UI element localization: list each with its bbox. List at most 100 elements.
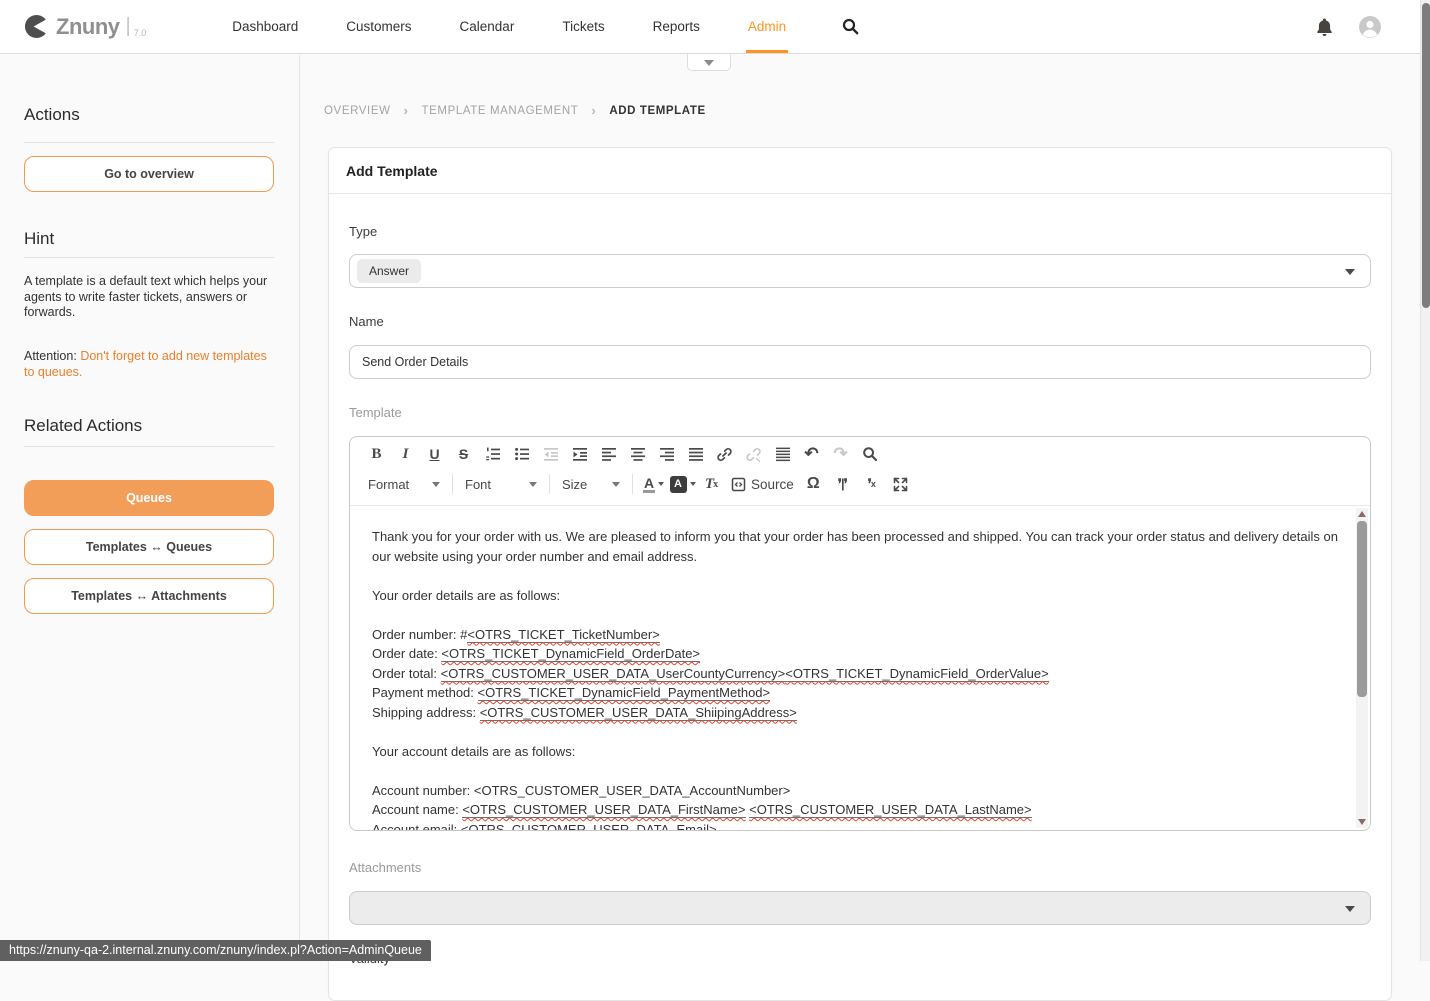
editor-line: [372, 761, 1344, 781]
editor-line: [372, 722, 1344, 742]
indent-button[interactable]: [566, 441, 593, 467]
logo-separator: |: [126, 15, 131, 38]
hint-heading: Hint: [24, 229, 274, 249]
nav-item-dashboard[interactable]: Dashboard: [208, 0, 322, 53]
font-dropdown-label: Font: [465, 477, 491, 492]
status-bar-url: https://znuny-qa-2.internal.znuny.com/zn…: [0, 940, 431, 961]
nav-item-admin[interactable]: Admin: [724, 0, 810, 53]
nav-item-reports[interactable]: Reports: [629, 0, 724, 53]
source-button[interactable]: Source: [727, 471, 798, 497]
editor-content[interactable]: Thank you for your order with us. We are…: [350, 506, 1354, 830]
type-selected-chip[interactable]: Answer: [357, 259, 421, 283]
notifications-bell-icon[interactable]: [1315, 17, 1334, 37]
page-scrollbar[interactable]: [1420, 0, 1430, 961]
editor-scrollbar-thumb[interactable]: [1357, 521, 1367, 697]
attachments-select[interactable]: [349, 891, 1371, 925]
templates-queues-button[interactable]: Templates ↔ Queues: [24, 529, 274, 565]
link-button[interactable]: [711, 441, 738, 467]
toolbar-separator: [549, 474, 550, 494]
redo-button: ↷: [827, 441, 854, 467]
editor-scrollbar[interactable]: [1356, 508, 1368, 828]
otrs-smart-tag: <OTRS_TICKET_DynamicField_PaymentMethod>: [478, 685, 771, 701]
page-title: Add Template: [346, 163, 438, 179]
header-collapse-toggle[interactable]: [687, 54, 731, 71]
editor-line: Your account details are as follows:: [372, 742, 1344, 762]
undo-button[interactable]: ↶: [798, 441, 825, 467]
remove-format-button[interactable]: Tx: [698, 471, 725, 497]
numbered-list-button[interactable]: [479, 441, 506, 467]
card-body: Type Answer Name Send Order Details Temp…: [329, 224, 1391, 966]
editor-line: Account number: <OTRS_CUSTOMER_USER_DATA…: [372, 781, 1344, 801]
source-icon: [731, 477, 746, 492]
go-to-overview-button[interactable]: Go to overview: [24, 156, 274, 192]
type-select[interactable]: Answer: [349, 254, 1371, 288]
editor-line: Order date: <OTRS_TICKET_DynamicField_Or…: [372, 644, 1344, 664]
user-avatar[interactable]: [1358, 15, 1382, 39]
breadcrumb: OVERVIEW › TEMPLATE MANAGEMENT › ADD TEM…: [324, 103, 706, 118]
templates-attachments-button[interactable]: Templates ↔ Attachments: [24, 578, 274, 614]
divider: [24, 257, 274, 258]
otrs-smart-tag: <OTRS_CUSTOMER_USER_DATA_UserCountyCurre…: [441, 666, 786, 682]
size-dropdown[interactable]: Size: [556, 471, 626, 497]
breadcrumb-template-management[interactable]: TEMPLATE MANAGEMENT: [422, 105, 579, 117]
chevron-down-icon: [612, 482, 620, 487]
top-navigation: Znuny | 7.0 Dashboard Customers Calendar…: [0, 0, 1430, 54]
page-scrollbar-thumb[interactable]: [1422, 3, 1430, 308]
breadcrumb-current: ADD TEMPLATE: [609, 105, 705, 117]
actions-heading: Actions: [24, 105, 274, 125]
queues-button[interactable]: Queues: [24, 480, 274, 516]
divider: [24, 142, 274, 143]
editor-line: [372, 566, 1344, 586]
nav-item-calendar[interactable]: Calendar: [436, 0, 539, 53]
blockquote-button[interactable]: [769, 441, 796, 467]
italic-button[interactable]: I: [392, 441, 419, 467]
scroll-down-icon[interactable]: [1358, 819, 1366, 825]
editor-line: [372, 605, 1344, 625]
editor-line: Payment method: <OTRS_TICKET_DynamicFiel…: [372, 683, 1344, 703]
font-dropdown[interactable]: Font: [459, 471, 543, 497]
otrs-smart-tag: <OTRS_TICKET_DynamicField_OrderDate>: [441, 646, 700, 662]
brand-name: Znuny: [56, 14, 120, 40]
add-template-card: Add Template Type Answer Name Send Order…: [328, 147, 1392, 1001]
text-color-button[interactable]: A: [640, 471, 667, 497]
bulleted-list-button[interactable]: [508, 441, 535, 467]
topnav-right: [1315, 15, 1382, 39]
background-color-button[interactable]: A: [669, 471, 696, 497]
otrs-smart-tag: <OTRS_CUSTOMER_USER_DATA_ShiipingAddress…: [480, 705, 797, 721]
chevron-down-icon: [1345, 906, 1355, 912]
rich-text-editor: B I U S: [349, 436, 1371, 831]
sidebar: Actions Go to overview Hint A template i…: [0, 55, 300, 961]
find-button[interactable]: [856, 441, 883, 467]
breadcrumb-overview[interactable]: OVERVIEW: [324, 105, 391, 117]
nav-item-customers[interactable]: Customers: [322, 0, 435, 53]
outdent-button: [537, 441, 564, 467]
align-center-button[interactable]: [624, 441, 651, 467]
znuny-logo[interactable]: Znuny | 7.0: [24, 14, 146, 40]
strikethrough-button[interactable]: S: [450, 441, 477, 467]
format-dropdown[interactable]: Format: [362, 471, 446, 497]
size-dropdown-label: Size: [562, 477, 587, 492]
editor-toolbar-row2: Format Font Size: [350, 469, 1370, 506]
validity-label: Validity: [349, 951, 1371, 966]
unlink-button: [740, 441, 767, 467]
scroll-up-icon[interactable]: [1358, 511, 1366, 517]
nav-item-tickets[interactable]: Tickets: [538, 0, 628, 53]
special-character-button[interactable]: Ω: [800, 471, 827, 497]
bold-button[interactable]: B: [363, 441, 390, 467]
justify-button[interactable]: [682, 441, 709, 467]
maximize-button[interactable]: [887, 471, 914, 497]
align-left-button[interactable]: [595, 441, 622, 467]
underline-button[interactable]: U: [421, 441, 448, 467]
editor-line: Account name: <OTRS_CUSTOMER_USER_DATA_F…: [372, 800, 1344, 820]
name-input[interactable]: Send Order Details: [349, 345, 1371, 379]
chevron-down-icon: [529, 482, 537, 487]
quote-split-button[interactable]: ❜|❜: [829, 471, 856, 497]
attention-label: Attention:: [24, 349, 77, 363]
editor-toolbar-row1: B I U S: [350, 437, 1370, 469]
align-right-button[interactable]: [653, 441, 680, 467]
format-dropdown-label: Format: [368, 477, 409, 492]
otrs-smart-tag: <OTRS_CUSTOMER_USER_DATA_FirstName>: [462, 802, 745, 818]
chevron-down-icon: [704, 60, 714, 66]
quote-remove-button[interactable]: ❜x: [858, 471, 885, 497]
search-icon[interactable]: [818, 0, 883, 53]
